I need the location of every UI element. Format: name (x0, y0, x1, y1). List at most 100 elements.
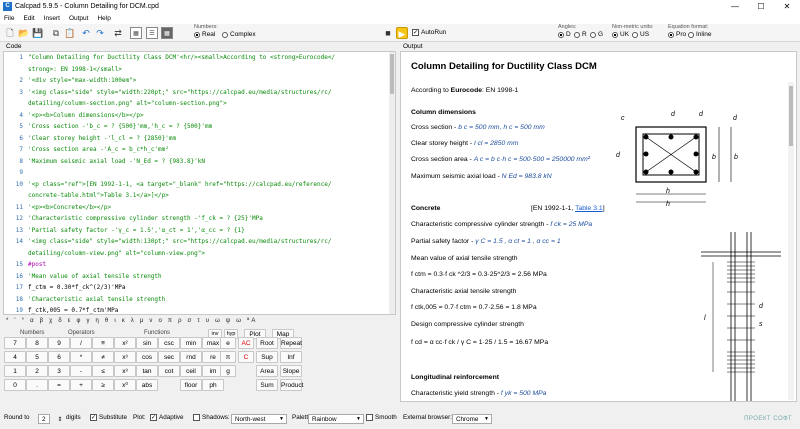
code-line[interactable]: 19 f_ctk,005 = 0.7*f_ctm'MPa (4, 305, 395, 314)
grid-view-icon[interactable]: ▦ (161, 27, 173, 39)
code-text[interactable]: '<img class="side" style="width:220pt;" … (28, 87, 331, 99)
code-text[interactable]: #post (28, 259, 46, 271)
units-uk-radio[interactable]: UK (612, 31, 629, 38)
key-4[interactable]: 4 (4, 351, 26, 363)
code-line[interactable]: 4 '<p><b>Column dimensions</b></p> (4, 110, 395, 122)
palette-select[interactable]: Rainbow ▼ (308, 414, 364, 424)
code-text[interactable]: 'Mean value of axial tensile strength (28, 271, 162, 283)
key-abs[interactable]: abs (136, 379, 158, 391)
run-icon[interactable]: ▶ (396, 27, 408, 39)
key-Root[interactable]: Root (256, 337, 278, 349)
code-text[interactable]: 'Characteristic axial tensile strength (28, 294, 165, 306)
find-replace-icon[interactable]: ⇄ (112, 27, 124, 39)
key-[interactable]: ≠ (92, 351, 114, 363)
key-Repeat[interactable]: Repeat (280, 337, 302, 349)
code-line[interactable]: 15 #post (4, 259, 395, 271)
code-line[interactable]: 3 '<img class="side" style="width:220pt;"… (4, 87, 395, 99)
code-text[interactable]: f_ctk,005 = 0.7*f_ctm'MPa (28, 305, 118, 314)
key-[interactable]: ≤ (92, 365, 114, 377)
key-Sum[interactable]: Sum (256, 379, 278, 391)
key-ceil[interactable]: ceil (180, 365, 202, 377)
code-line[interactable]: 13 'Partial safety factor -'γ_c = 1.5','α… (4, 225, 395, 237)
minimize-button[interactable]: — (722, 0, 748, 13)
insert-image-icon[interactable]: ▦ (130, 27, 142, 39)
code-text[interactable]: '<p class="ref">[EN 1992-1-1, <a target=… (28, 179, 331, 191)
new-file-icon[interactable]: 🗋 (4, 27, 16, 39)
key-[interactable]: - (70, 365, 92, 377)
digits-stepper-icon[interactable]: ⇕ (58, 416, 63, 423)
redo-icon[interactable]: ↷ (94, 27, 106, 39)
key-x[interactable]: x² (114, 337, 136, 349)
key-Inf[interactable]: Inf (280, 351, 302, 363)
maximize-button[interactable]: ☐ (748, 0, 774, 13)
key-AC[interactable]: AC (238, 337, 254, 349)
key-C[interactable]: C (238, 351, 254, 363)
key-7[interactable]: 7 (4, 337, 26, 349)
close-button[interactable]: ✕ (774, 0, 800, 13)
copy-icon[interactable]: ⧉ (50, 27, 62, 39)
key-x[interactable]: x⁰ (114, 379, 136, 391)
code-line[interactable]: 12 'Characteristic compressive cylinder s… (4, 213, 395, 225)
key-3[interactable]: 3 (48, 365, 70, 377)
key-[interactable]: . (26, 379, 48, 391)
key-floor[interactable]: floor (180, 379, 202, 391)
paste-icon[interactable]: 📋 (64, 27, 76, 39)
key-[interactable]: + (70, 379, 92, 391)
key-9[interactable]: 9 (48, 337, 70, 349)
key-Sup[interactable]: Sup (256, 351, 278, 363)
key-Slope[interactable]: Slope (280, 365, 302, 377)
code-text[interactable]: strong>: EN 1998-1</small> (28, 64, 122, 76)
angles-g-radio[interactable]: G (590, 31, 603, 38)
key-min[interactable]: min (180, 337, 202, 349)
key-g[interactable]: g (220, 365, 236, 377)
key-csc[interactable]: csc (158, 337, 180, 349)
menu-output[interactable]: Output (69, 15, 89, 22)
code-line[interactable]: 9 (4, 167, 395, 179)
code-text[interactable]: detailing/column-view.png" alt="column-v… (28, 248, 205, 260)
numbers-real-radio[interactable]: Real (194, 31, 215, 38)
key-cos[interactable]: cos (136, 351, 158, 363)
key-1[interactable]: 1 (4, 365, 26, 377)
angles-d-radio[interactable]: D (558, 31, 571, 38)
code-line[interactable]: 5 'Cross section -'b_c = ? {500}'mm,'h_c … (4, 121, 395, 133)
code-editor[interactable]: 1 "Column Detailing for Ductility Class D… (3, 51, 396, 315)
output-scrollbar[interactable] (788, 82, 794, 400)
shadows-select[interactable]: North-west ▼ (231, 414, 287, 424)
code-text[interactable]: '<p><b>Concrete</b></p> (28, 202, 111, 214)
code-text[interactable]: 'Characteristic compressive cylinder str… (28, 213, 263, 225)
undo-icon[interactable]: ↶ (80, 27, 92, 39)
key-8[interactable]: 8 (26, 337, 48, 349)
key-6[interactable]: 6 (48, 351, 70, 363)
code-text[interactable]: '<img class="side" style="width:130pt;" … (28, 236, 331, 248)
code-text[interactable]: 'Clear storey height -'l_cl = ? {2850}'m… (28, 133, 176, 145)
code-line[interactable]: 16 'Mean value of axial tensile strength (4, 271, 395, 283)
menu-edit[interactable]: Edit (23, 15, 34, 22)
key-e[interactable]: e (220, 337, 236, 349)
browser-select[interactable]: Chrome ▼ (452, 414, 492, 424)
code-line[interactable]: 10 '<p class="ref">[EN 1992-1-1, <a targe… (4, 179, 395, 191)
line-numbers-icon[interactable]: ☰ (146, 27, 158, 39)
shadows-checkbox[interactable]: Shadows: (193, 414, 230, 421)
key-[interactable]: = (48, 379, 70, 391)
open-folder-icon[interactable]: 📂 (18, 27, 30, 39)
table-link[interactable]: Table 3.1 (575, 205, 603, 212)
code-line[interactable]: strong>: EN 1998-1</small> (4, 64, 395, 76)
key-5[interactable]: 5 (26, 351, 48, 363)
code-line[interactable]: 6 'Clear storey height -'l_cl = ? {2850}'… (4, 133, 395, 145)
code-line[interactable]: concrete-table.html">Table 3.1</a>]</p> (4, 190, 395, 202)
autorun-checkbox[interactable]: ✓ AutoRun (412, 29, 446, 36)
code-line[interactable]: 11 '<p><b>Concrete</b></p> (4, 202, 395, 214)
code-line[interactable]: detailing/column-view.png" alt="column-v… (4, 248, 395, 260)
greek-symbols-row[interactable]: * ' ° α β χ δ ε φ γ η θ ι κ λ μ ν ο π ρ … (3, 316, 396, 326)
key-x[interactable]: x³ (114, 365, 136, 377)
key-0[interactable]: 0 (4, 379, 26, 391)
save-icon[interactable]: 💾 (32, 27, 44, 39)
menu-help[interactable]: Help (97, 15, 110, 22)
numbers-complex-radio[interactable]: Complex (222, 31, 256, 38)
units-us-radio[interactable]: US (632, 31, 649, 38)
key-rnd[interactable]: rnd (180, 351, 202, 363)
angles-r-radio[interactable]: R (574, 31, 587, 38)
code-text[interactable]: '<div style="max-width:100em"> (28, 75, 136, 87)
key-[interactable]: ≥ (92, 379, 114, 391)
code-line[interactable]: 8 'Maximum seismic axial load -'N_Ed = ? … (4, 156, 395, 168)
